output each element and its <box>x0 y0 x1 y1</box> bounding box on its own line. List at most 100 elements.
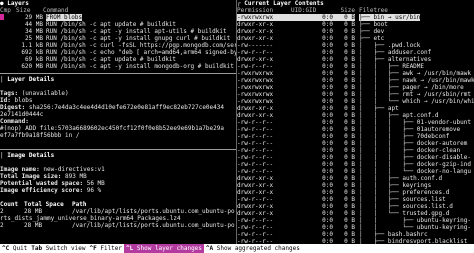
layer-row[interactable]: 69 kB RUN /bin/sh -c apt update # buildki… <box>0 56 236 63</box>
layer-command: RUN /bin/sh -c apt -y install apt-utils … <box>46 28 227 35</box>
id-row: Id: blobs <box>0 97 33 104</box>
image-details-title: │ Image Details <box>0 152 55 159</box>
file-tree-entry: ├── etc <box>359 35 385 42</box>
filetree-row[interactable]: drwxr-xr-x 0:0 0 B │ │ ├── sources.list.d <box>237 203 474 210</box>
file-permission: drwxr-xr-x <box>237 175 274 182</box>
filetree-row[interactable]: -rwxrwxrwx 0:0 0 B │ │ ├── nawk → /usr/bin/… <box>237 77 474 84</box>
filetree-row[interactable]: -rw-r--r-- 0:0 0 B │ │ ├── README <box>237 63 474 70</box>
filetree-row[interactable]: -rw-r--r-- 0:0 0 B │ │ ├── ubuntu-keyring- <box>237 217 474 224</box>
status-show-layer-changes-button[interactable]: ^L Show layer changes <box>124 244 204 253</box>
file-uidgid: 0:0 <box>291 14 333 21</box>
filetree-row[interactable]: drwxr-xr-x 0:0 0 B ├── etc <box>237 35 474 42</box>
filetree-row[interactable]: -rw-r--r-- 0:0 0 B │ │ └── ubuntu-keyring- <box>237 224 474 231</box>
filetree-row[interactable]: -rw-r--r-- 0:0 0 B │ │ │ ├── 01autoremove <box>237 126 474 133</box>
file-uidgid: 0:0 <box>322 133 333 140</box>
digest-row: Digest: sha256:7e4da3c4ee4d4d10efe672e0e… <box>0 104 224 111</box>
file-tree-entry: │ │ │ ├── 01-vendor-ubunt <box>359 119 471 126</box>
file-permission: drwxr-xr-x <box>237 203 274 210</box>
file-size: 0 B <box>344 84 355 91</box>
file-permission: -rw-r--r-- <box>237 49 274 56</box>
file-size: 0 B <box>344 56 355 63</box>
file-tree-entry: │ │ │ ├── docker-autorem <box>359 140 468 147</box>
file-uidgid: 0:0 <box>322 175 333 182</box>
layer-row[interactable]: 29 MB FROM blobs <box>0 14 236 21</box>
filetree-row[interactable]: drwxr-xr-x 0:0 0 B ├── dev <box>237 28 474 35</box>
filetree-row[interactable]: drwxr-xr-x 0:0 0 B │ │ ├── keyrings <box>237 182 474 189</box>
filetree-row[interactable]: -rwxrwxrwx 0:0 0 B │ │ ├── awk → /usr/bin/m… <box>237 70 474 77</box>
layer-command: RUN /bin/sh -c apt -y install gnupg curl… <box>46 35 231 42</box>
file-uidgid: 0:0 <box>322 119 333 126</box>
file-tree-entry: │ ├── .pwd.lock <box>359 42 421 49</box>
file-permission: -rwxrwxrwx <box>237 14 291 21</box>
layer-command: RUN /bin/sh -c apt update # buildkit <box>46 21 177 28</box>
status-key: ^F <box>89 245 97 252</box>
filetree-row[interactable]: -rw------- 0:0 0 B │ ├── .pwd.lock <box>237 42 474 49</box>
file-size: 0 B <box>344 63 355 70</box>
file-tree-entry: │ │ ├── preferences.d <box>359 189 450 196</box>
filetree-row[interactable]: -rwxrwxrwx 0:0 0 B ├── bin → usr/bin <box>237 14 474 21</box>
file-tree-entry: │ ├── bash.bashrc <box>359 231 428 238</box>
filetree-row[interactable]: drwxr-xr-x 0:0 0 B │ │ ├── apt.conf.d <box>237 112 474 119</box>
contents-header: Permission UID:GID Size Filetree <box>237 7 388 14</box>
filetree-row[interactable]: -rw-r--r-- 0:0 0 B │ │ │ ├── docker-autorem <box>237 140 474 147</box>
file-tree-entry: ├── boot <box>359 21 388 28</box>
status-label: Show aggregated changes <box>213 245 300 252</box>
layer-command: RUN /bin/sh -c apt update # buildkit <box>46 56 177 63</box>
filetree-row[interactable]: -rw-r--r-- 0:0 0 B │ │ │ ├── 70debconf <box>237 133 474 140</box>
filetree-row[interactable]: -rw-r--r-- 0:0 0 B │ ├── bash.bashrc <box>237 231 474 238</box>
file-tree-entry: │ │ ├── pager → /bin/more <box>359 84 464 91</box>
file-permission: -rwxrwxrwx <box>237 91 274 98</box>
file-permission: drwxr-xr-x <box>237 182 274 189</box>
file-uidgid: 0:0 <box>322 28 333 35</box>
file-permission: -rw------- <box>237 42 274 49</box>
layer-row[interactable]: 34 MB RUN /bin/sh -c apt -y install apt-u… <box>0 28 236 35</box>
filetree-row[interactable]: -rw-r--r-- 0:0 0 B │ │ │ └── docker-no-lang… <box>237 168 474 175</box>
inefficiency-path: /var/lib/apt/lists/ports.ubuntu.com_ubun… <box>72 222 235 229</box>
filetree-row[interactable]: -rw-r--r-- 0:0 0 B │ ├── adduser.conf <box>237 49 474 56</box>
filetree-row[interactable]: -rw-r--r-- 0:0 0 B │ │ │ ├── docker-gzip-in… <box>237 161 474 168</box>
filetree-row[interactable]: -rw-r--r-- 0:0 0 B │ │ │ ├── docker-disable… <box>237 154 474 161</box>
layer-row[interactable]: 44 MB RUN /bin/sh -c apt update # buildki… <box>0 21 236 28</box>
filetree-row[interactable]: -rwxrwxrwx 0:0 0 B │ │ ├── rmt → /usr/sbin/… <box>237 91 474 98</box>
file-uidgid: 0:0 <box>322 189 333 196</box>
layer-row[interactable]: 692 kB RUN /bin/sh -c echo "deb [ arch=am… <box>0 49 236 56</box>
file-size: 0 B <box>344 189 355 196</box>
file-size: 0 B <box>344 42 355 49</box>
filetree-row[interactable]: drwxr-xr-x 0:0 0 B │ ├── apt <box>237 105 474 112</box>
filetree-row[interactable]: -rw-r--r-- 0:0 0 B │ │ │ ├── docker-clean <box>237 147 474 154</box>
filetree-row[interactable]: drwxr-xr-x 0:0 0 B │ │ └── trusted.gpg.d <box>237 210 474 217</box>
right-pane: ┌ Current Layer Contents Permission UID:G… <box>237 0 474 244</box>
filetree-row[interactable]: drwxr-xr-x 0:0 0 B ├── boot <box>237 21 474 28</box>
status-show-aggregated-changes-button[interactable]: ^A Show aggregated changes <box>204 244 302 253</box>
file-size: 0 B <box>344 147 355 154</box>
file-uidgid: 0:0 <box>322 161 333 168</box>
layer-row[interactable]: 620 MB RUN /bin/sh -c apt -y install mong… <box>0 63 236 70</box>
divider <box>0 149 236 150</box>
file-uidgid: 0:0 <box>322 21 333 28</box>
file-tree-entry: │ │ ├── sources.list.d <box>359 203 453 210</box>
layer-command: FROM blobs <box>46 14 83 21</box>
status-label: Show layer changes <box>133 245 202 252</box>
file-tree-entry: │ │ ├── auth.conf.d <box>359 175 443 182</box>
file-size: 0 B <box>344 70 355 77</box>
filetree-row[interactable]: -rwxrwxrwx 0:0 0 B │ │ └── which → /usr/bin… <box>237 98 474 105</box>
file-size: 0 B <box>344 182 355 189</box>
filetree-row[interactable]: -rw-r--r-- 0:0 0 B │ │ │ ├── 01-vendor-ubun… <box>237 119 474 126</box>
status-filter-button[interactable]: ^F Filter <box>88 244 125 253</box>
filetree-row[interactable]: -rwxrwxrwx 0:0 0 B │ │ ├── pager → /bin/mor… <box>237 84 474 91</box>
file-uidgid: 0:0 <box>322 196 333 203</box>
filetree-row[interactable]: -rw-r--r-- 0:0 0 B │ │ ├── sources.list <box>237 196 474 203</box>
file-size: 0 B <box>344 140 355 147</box>
layer-row[interactable]: 1.1 kB RUN /bin/sh -c curl -fsSL https://… <box>0 42 236 49</box>
file-uidgid: 0:0 <box>322 147 333 154</box>
file-size: 0 B <box>344 231 355 238</box>
tags-row: Tags: (unavailable) <box>0 90 69 97</box>
filetree-row[interactable]: drwxr-xr-x 0:0 0 B │ ├── alternatives <box>237 56 474 63</box>
filetree-row[interactable]: drwxr-xr-x 0:0 0 B │ │ ├── preferences.d <box>237 189 474 196</box>
layer-row[interactable]: 25 MB RUN /bin/sh -c apt -y install gnupg… <box>0 35 236 42</box>
status-label: Switch view <box>42 245 86 252</box>
status-switch-view-button[interactable]: Tab Switch view <box>29 244 87 253</box>
status-quit-button[interactable]: ^C Quit <box>0 244 29 253</box>
file-tree-entry: │ │ ├── apt.conf.d <box>359 112 439 119</box>
filetree-row[interactable]: drwxr-xr-x 0:0 0 B │ │ ├── auth.conf.d <box>237 175 474 182</box>
